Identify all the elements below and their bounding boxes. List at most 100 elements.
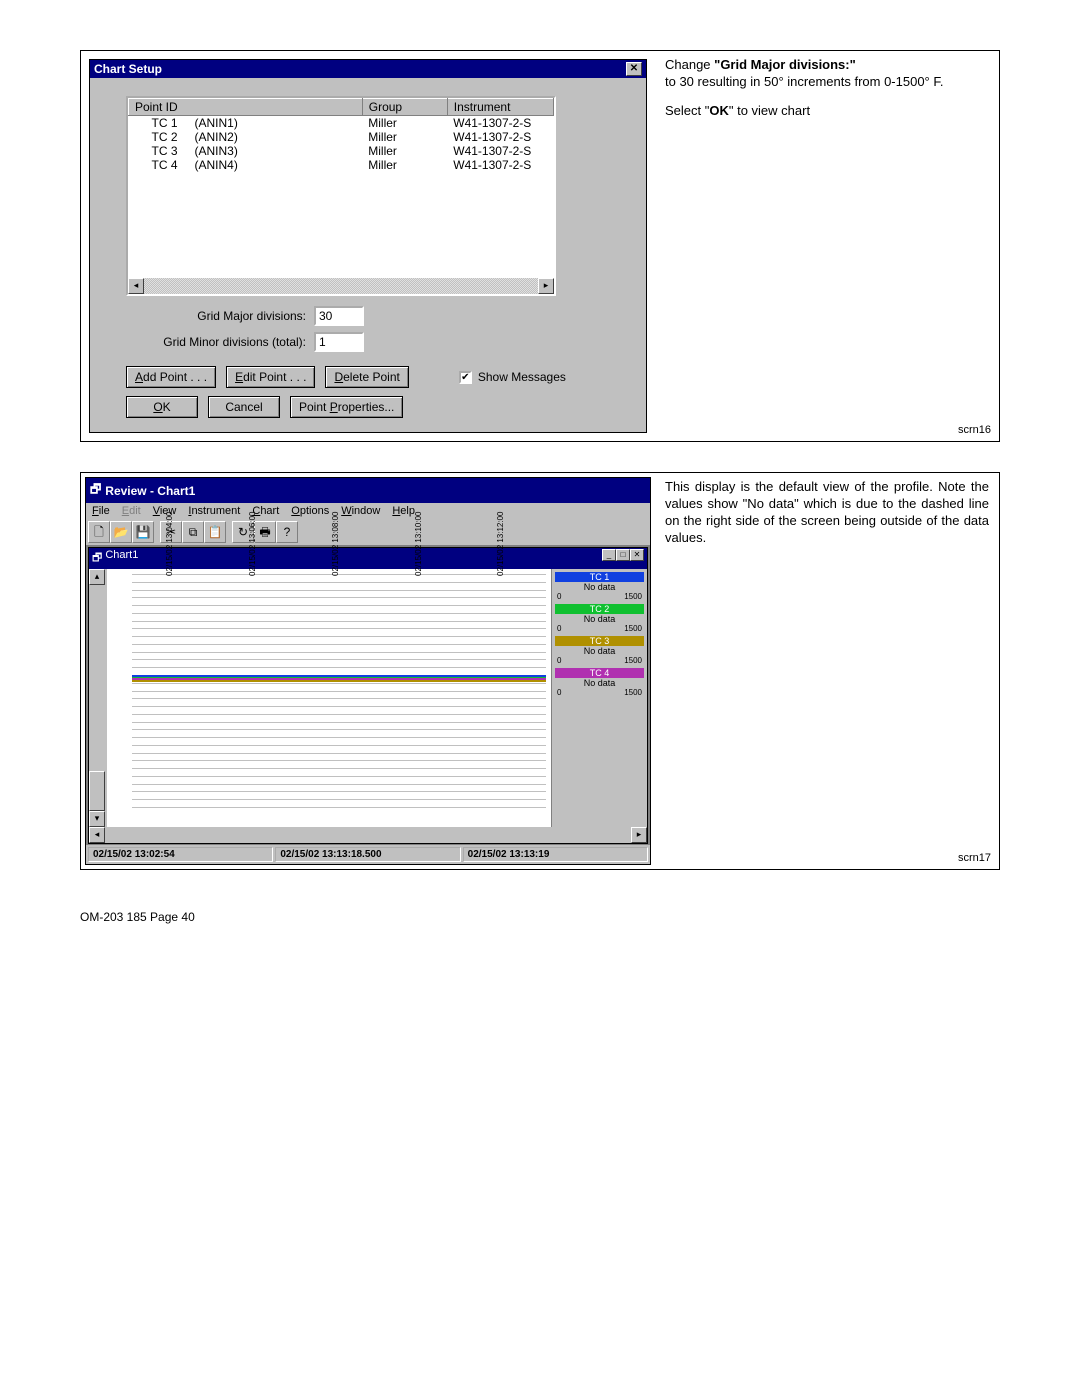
legend-header[interactable]: TC 4 bbox=[555, 668, 644, 678]
button-row-2: OK Cancel Point Properties... bbox=[126, 396, 618, 418]
review-title: Review - Chart1 bbox=[105, 484, 195, 498]
side2-paragraph: This display is the default view of the … bbox=[665, 479, 989, 547]
ok-button[interactable]: OK bbox=[126, 396, 198, 418]
screenshot-review: 🗗 Review - Chart1 File Edit View Instrum… bbox=[81, 473, 655, 869]
dialog-titlebar: Chart Setup ✕ bbox=[90, 60, 646, 78]
screenshot-id: scrn17 bbox=[958, 851, 991, 865]
legend-scale: 01500 bbox=[555, 688, 644, 697]
chart-window-title: Chart1 bbox=[105, 549, 138, 568]
status-cell: 02/15/02 13:13:19 bbox=[463, 847, 648, 862]
button-row-1: Add Point . . . Edit Point . . . Delete … bbox=[126, 366, 618, 388]
side-text-1: Change "Grid Major divisions:" to 30 res… bbox=[655, 51, 999, 441]
chart-window-icon: 🗗 bbox=[92, 549, 102, 568]
vscroll-down-icon[interactable]: ▾ bbox=[89, 811, 105, 827]
hscroll-track[interactable] bbox=[105, 827, 631, 843]
menu-options[interactable]: Options bbox=[291, 505, 329, 517]
maximize-icon[interactable]: □ bbox=[616, 549, 630, 561]
legend-header[interactable]: TC 1 bbox=[555, 572, 644, 582]
scroll-right-icon[interactable]: ▸ bbox=[538, 278, 554, 294]
close-icon[interactable]: ✕ bbox=[626, 62, 642, 76]
review-window: 🗗 Review - Chart1 File Edit View Instrum… bbox=[85, 477, 651, 865]
point-table: Point ID Group Instrument TC 1(ANIN1) Mi… bbox=[128, 98, 554, 172]
menu-window[interactable]: Window bbox=[341, 505, 380, 517]
hscroll-left-icon[interactable]: ◂ bbox=[89, 827, 105, 843]
plot-grid: 02/15/02 13:04:0002/15/02 13:06:0002/15/… bbox=[132, 574, 546, 807]
legend-header[interactable]: TC 3 bbox=[555, 636, 644, 646]
dialog-title: Chart Setup bbox=[94, 62, 162, 76]
menu-file[interactable]: File bbox=[92, 505, 110, 517]
cancel-button[interactable]: Cancel bbox=[208, 396, 280, 418]
hscrollbar[interactable]: ◂ ▸ bbox=[128, 278, 554, 294]
status-bar: 02/15/02 13:02:54 02/15/02 13:13:18.500 … bbox=[86, 845, 650, 864]
tool-paste-icon[interactable]: 📋 bbox=[204, 521, 226, 543]
col-pointid[interactable]: Point ID bbox=[129, 99, 363, 116]
tool-copy-icon[interactable]: ⧉ bbox=[182, 521, 204, 543]
side1-line3: Select "OK" to view chart bbox=[665, 103, 989, 120]
vscroll-up-icon[interactable]: ▴ bbox=[89, 569, 105, 585]
edit-point-button[interactable]: Edit Point . . . bbox=[226, 366, 315, 388]
table-row[interactable]: TC 4(ANIN4) Miller W41-1307-2-S bbox=[129, 158, 554, 172]
show-messages-label: Show Messages bbox=[478, 370, 566, 384]
chart-plot[interactable]: 02/15/02 13:04:0002/15/02 13:06:0002/15/… bbox=[107, 569, 552, 827]
legend-scale: 01500 bbox=[555, 624, 644, 633]
scroll-track[interactable] bbox=[144, 278, 538, 294]
tool-help-icon[interactable]: ? bbox=[276, 521, 298, 543]
hscroll-right-icon[interactable]: ▸ bbox=[631, 827, 647, 843]
chart-window: 🗗 Chart1 _ □ ✕ ▴ ▾ bbox=[88, 547, 648, 844]
show-messages-checkbox[interactable]: ✔ Show Messages bbox=[459, 370, 566, 384]
grid-major-row: Grid Major divisions: bbox=[156, 306, 618, 326]
chart-setup-dialog: Chart Setup ✕ Point ID Group Instrument … bbox=[89, 59, 647, 433]
status-cell: 02/15/02 13:13:18.500 bbox=[275, 847, 460, 862]
point-list[interactable]: Point ID Group Instrument TC 1(ANIN1) Mi… bbox=[126, 96, 556, 296]
minimize-icon[interactable]: _ bbox=[602, 549, 616, 561]
side1-line1: Change "Grid Major divisions:" bbox=[665, 57, 989, 74]
legend-nodata: No data bbox=[555, 678, 644, 688]
legend-nodata: No data bbox=[555, 646, 644, 656]
grid-major-input[interactable] bbox=[314, 306, 364, 326]
scroll-left-icon[interactable]: ◂ bbox=[128, 278, 144, 294]
side1-line2: to 30 resulting in 50° increments from 0… bbox=[665, 74, 989, 91]
delete-point-button[interactable]: Delete Point bbox=[325, 366, 408, 388]
side-text-2: This display is the default view of the … bbox=[655, 473, 999, 869]
menu-help[interactable]: Help bbox=[392, 505, 415, 517]
screenshot-id: scrn16 bbox=[958, 423, 991, 437]
review-titlebar: 🗗 Review - Chart1 bbox=[86, 478, 650, 503]
legend-scale: 01500 bbox=[555, 656, 644, 665]
vscroll-thumb[interactable] bbox=[89, 771, 105, 811]
legend-nodata: No data bbox=[555, 614, 644, 624]
mdi-client: 🗗 Chart1 _ □ ✕ ▴ ▾ bbox=[86, 545, 650, 845]
grid-minor-label: Grid Minor divisions (total): bbox=[156, 335, 306, 349]
menu-instrument[interactable]: Instrument bbox=[188, 505, 240, 517]
block-chart-setup: Chart Setup ✕ Point ID Group Instrument … bbox=[80, 50, 1000, 442]
vscroll-track[interactable] bbox=[89, 585, 107, 771]
chart-body: ▴ ▾ 02/15/02 13:04:0002/15/02 13:06:0002… bbox=[89, 569, 647, 827]
grid-major-label: Grid Major divisions: bbox=[156, 309, 306, 323]
grid-minor-row: Grid Minor divisions (total): bbox=[156, 332, 618, 352]
dialog-body: Point ID Group Instrument TC 1(ANIN1) Mi… bbox=[90, 78, 646, 432]
tool-print-icon[interactable]: 🖶 bbox=[254, 521, 276, 543]
app-icon: 🗗 bbox=[90, 480, 101, 501]
legend-header[interactable]: TC 2 bbox=[555, 604, 644, 614]
table-row[interactable]: TC 3(ANIN3) Miller W41-1307-2-S bbox=[129, 144, 554, 158]
table-row[interactable]: TC 2(ANIN2) Miller W41-1307-2-S bbox=[129, 130, 554, 144]
table-header: Point ID Group Instrument bbox=[129, 99, 554, 116]
checkbox-icon: ✔ bbox=[459, 371, 472, 384]
block-review: 🗗 Review - Chart1 File Edit View Instrum… bbox=[80, 472, 1000, 870]
tool-new-icon[interactable]: 🗋 bbox=[88, 521, 110, 543]
tool-open-icon[interactable]: 📂 bbox=[110, 521, 132, 543]
add-point-button[interactable]: Add Point . . . bbox=[126, 366, 216, 388]
status-cell: 02/15/02 13:02:54 bbox=[88, 847, 273, 862]
tool-save-icon[interactable]: 💾 bbox=[132, 521, 154, 543]
table-row[interactable]: TC 1(ANIN1) Miller W41-1307-2-S bbox=[129, 116, 554, 131]
close-icon[interactable]: ✕ bbox=[630, 549, 644, 561]
chart-legend: TC 1No data01500TC 2No data01500TC 3No d… bbox=[552, 569, 647, 827]
legend-nodata: No data bbox=[555, 582, 644, 592]
col-instrument[interactable]: Instrument bbox=[447, 99, 553, 116]
screenshot-chart-setup: Chart Setup ✕ Point ID Group Instrument … bbox=[81, 51, 655, 441]
col-group[interactable]: Group bbox=[362, 99, 447, 116]
menu-edit[interactable]: Edit bbox=[122, 505, 141, 517]
page-footer: OM-203 185 Page 40 bbox=[80, 910, 1000, 924]
grid-minor-input[interactable] bbox=[314, 332, 364, 352]
point-properties-button[interactable]: Point Properties... bbox=[290, 396, 403, 418]
legend-scale: 01500 bbox=[555, 592, 644, 601]
